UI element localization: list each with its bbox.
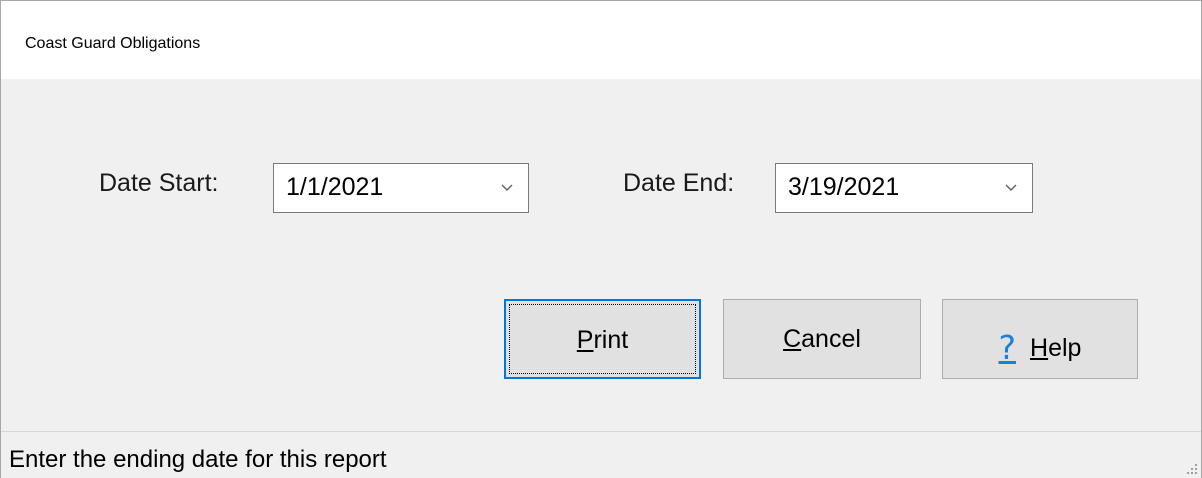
cancel-button-label: Cancel: [783, 325, 861, 353]
status-text: Enter the ending date for this report: [9, 446, 387, 473]
window-title: Coast Guard Obligations: [25, 35, 201, 52]
cancel-button[interactable]: Cancel: [723, 299, 921, 379]
chevron-down-icon[interactable]: [498, 178, 516, 196]
report-dialog: Coast Guard Obligations Date Start: 1/1/…: [0, 0, 1202, 478]
chevron-down-icon[interactable]: [1002, 178, 1020, 196]
print-button[interactable]: Print: [504, 299, 701, 379]
date-end-combobox[interactable]: 3/19/2021: [775, 163, 1033, 213]
question-mark-icon: ?: [998, 328, 1017, 367]
date-start-label: Date Start:: [99, 169, 219, 197]
date-end-value: 3/19/2021: [788, 173, 900, 201]
date-start-combobox[interactable]: 1/1/2021: [273, 163, 529, 213]
help-button[interactable]: ? Help: [942, 299, 1138, 379]
title-bar[interactable]: Coast Guard Obligations: [1, 1, 1201, 79]
date-start-value: 1/1/2021: [286, 173, 384, 201]
date-end-label: Date End:: [623, 169, 735, 197]
status-bar: Enter the ending date for this report: [1, 431, 1201, 478]
print-button-label: Print: [576, 326, 629, 354]
resize-grip-icon[interactable]: [1183, 460, 1199, 476]
help-button-label: ? Help: [998, 328, 1082, 367]
